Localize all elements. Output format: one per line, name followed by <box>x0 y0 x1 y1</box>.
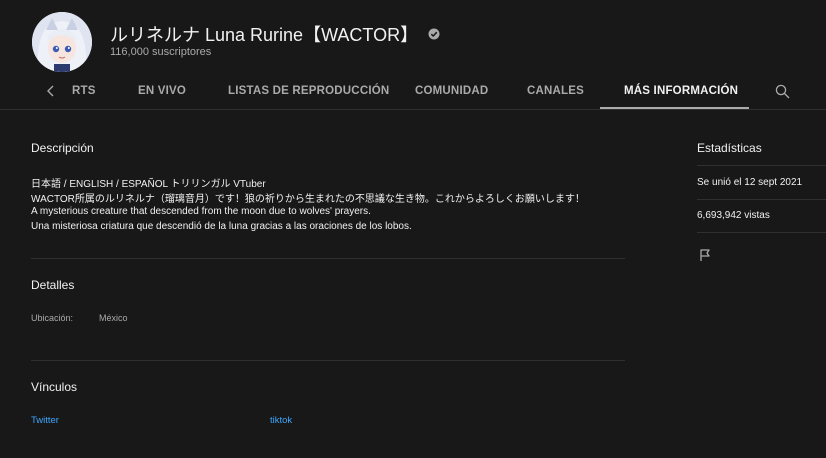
description-line: Una misteriosa criatura que descendió de… <box>31 221 412 232</box>
location-value: México <box>99 313 128 323</box>
tab-about[interactable]: MÁS INFORMACIÓN <box>624 72 738 110</box>
details-heading: Detalles <box>31 278 75 292</box>
channel-header: ルリネルナ Luna Rurine【WACTOR】 116,000 suscri… <box>0 0 826 110</box>
header-divider <box>0 109 826 110</box>
tab-live[interactable]: EN VIVO <box>138 72 186 110</box>
joined-date: Se unió el 12 sept 2021 <box>697 177 803 188</box>
report-flag-icon[interactable] <box>698 248 712 262</box>
channel-tabs: RTS EN VIVO LISTAS DE REPRODUCCIÓN COMUN… <box>0 72 826 110</box>
link-tiktok[interactable]: tiktok <box>270 415 292 426</box>
stats-divider <box>697 165 826 166</box>
tab-playlists[interactable]: LISTAS DE REPRODUCCIÓN <box>228 72 389 110</box>
description-line: A mysterious creature that descended fro… <box>31 206 371 217</box>
location-label: Ubicación: <box>31 313 74 323</box>
channel-avatar[interactable] <box>32 12 92 72</box>
section-divider <box>31 258 625 259</box>
links-heading: Vínculos <box>31 380 78 394</box>
section-divider <box>31 360 625 361</box>
tab-shorts[interactable]: RTS <box>72 72 96 110</box>
subscriber-count: 116,000 suscriptores <box>110 46 212 58</box>
stats-divider <box>697 232 826 233</box>
chevron-left-icon[interactable] <box>44 84 58 98</box>
description-line: 日本語 / ENGLISH / ESPAÑOL トリリンガル VTuber <box>31 179 266 190</box>
tab-community[interactable]: COMUNIDAD <box>415 72 488 110</box>
search-icon[interactable] <box>775 84 790 99</box>
channel-title: ルリネルナ Luna Rurine【WACTOR】 <box>110 21 440 47</box>
description-heading: Descripción <box>31 141 94 155</box>
link-twitter[interactable]: Twitter <box>31 415 59 426</box>
channel-name-text: ルリネルナ Luna Rurine【WACTOR】 <box>110 25 419 45</box>
verified-badge-icon <box>428 28 440 40</box>
tab-channels[interactable]: CANALES <box>527 72 584 110</box>
description-line: WACTOR所属のルリネルナ（瑠璃音月）です！狼の祈りから生まれたの不思議な生き… <box>31 194 585 205</box>
stats-heading: Estadísticas <box>697 141 762 155</box>
stats-divider <box>697 199 826 200</box>
view-count: 6,693,942 vistas <box>697 210 770 221</box>
